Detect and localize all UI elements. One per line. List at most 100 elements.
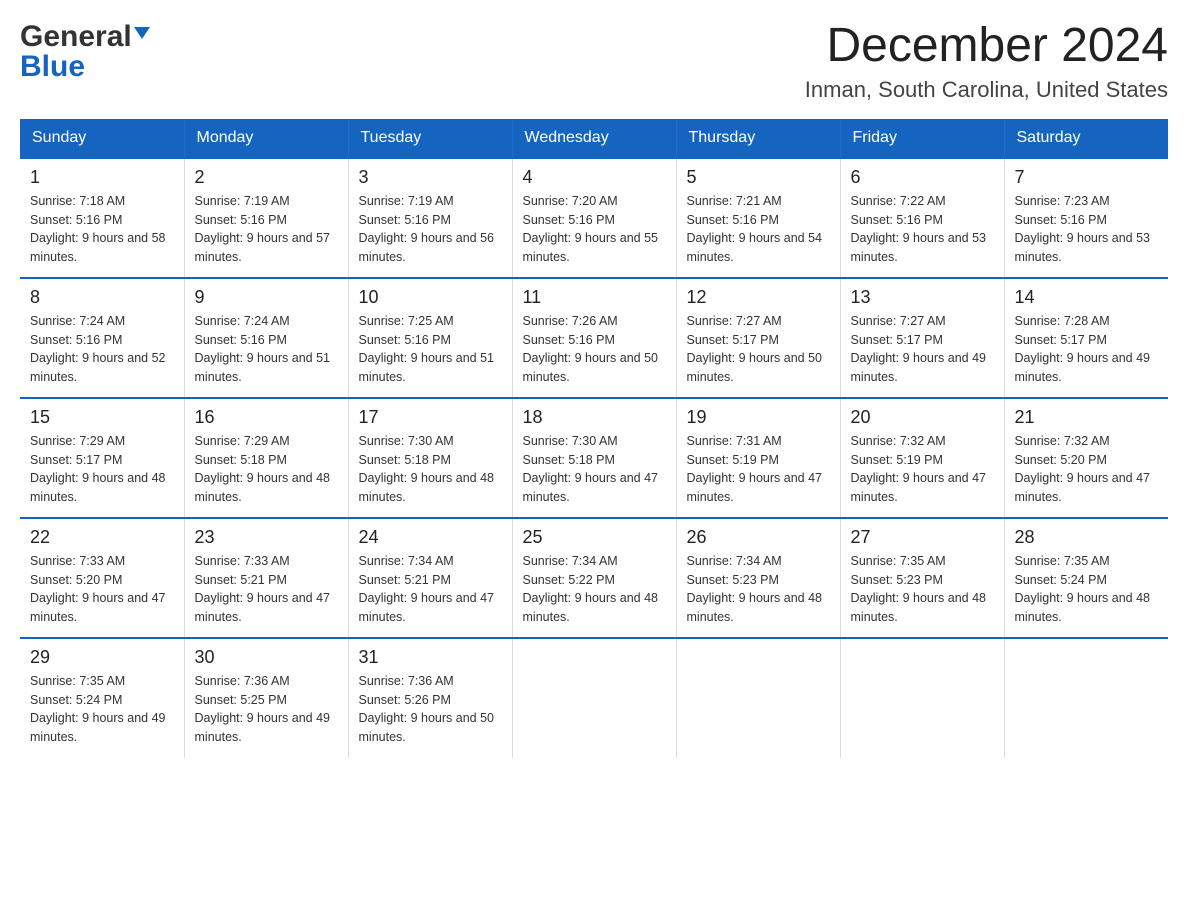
day-number: 15 — [30, 407, 174, 428]
day-number: 22 — [30, 527, 174, 548]
calendar-day-15: 15Sunrise: 7:29 AMSunset: 5:17 PMDayligh… — [20, 398, 184, 518]
day-info: Sunrise: 7:36 AMSunset: 5:26 PMDaylight:… — [359, 672, 502, 747]
calendar-day-24: 24 Sunrise: 7:34 AMSunset: 5:21 PMDayligh… — [348, 518, 512, 638]
day-number: 31 — [359, 647, 502, 668]
day-info: Sunrise: 7:20 AMSunset: 5:16 PMDaylight:… — [523, 192, 666, 267]
day-info: Sunrise: 7:33 AMSunset: 5:21 PMDaylight:… — [195, 552, 338, 627]
header-sunday: Sunday — [20, 119, 184, 158]
location-title: Inman, South Carolina, United States — [805, 77, 1168, 103]
calendar-day-11: 11 Sunrise: 7:26 AMSunset: 5:16 PMDayligh… — [512, 278, 676, 398]
day-info: Sunrise: 7:35 AMSunset: 5:24 PMDaylight:… — [1015, 552, 1159, 627]
calendar-day-22: 22 Sunrise: 7:33 AMSunset: 5:20 PMDayligh… — [20, 518, 184, 638]
day-info: Sunrise: 7:27 AMSunset: 5:17 PMDaylight:… — [687, 312, 830, 387]
month-title: December 2024 — [805, 20, 1168, 73]
day-info: Sunrise: 7:34 AMSunset: 5:22 PMDaylight:… — [523, 552, 666, 627]
calendar-week-1: 1 Sunrise: 7:18 AMSunset: 5:16 PMDaylight… — [20, 158, 1168, 278]
calendar-day-19: 19 Sunrise: 7:31 AMSunset: 5:19 PMDayligh… — [676, 398, 840, 518]
title-area: December 2024 Inman, South Carolina, Uni… — [805, 20, 1168, 103]
header-friday: Friday — [840, 119, 1004, 158]
day-info: Sunrise: 7:23 AMSunset: 5:16 PMDaylight:… — [1015, 192, 1159, 267]
day-info: Sunrise: 7:30 AMSunset: 5:18 PMDaylight:… — [359, 432, 502, 507]
calendar-day-4: 4 Sunrise: 7:20 AMSunset: 5:16 PMDaylight… — [512, 158, 676, 278]
day-number: 10 — [359, 287, 502, 308]
day-number: 28 — [1015, 527, 1159, 548]
day-info: Sunrise: 7:27 AMSunset: 5:17 PMDaylight:… — [851, 312, 994, 387]
calendar-day-30: 30Sunrise: 7:36 AMSunset: 5:25 PMDayligh… — [184, 638, 348, 758]
day-info: Sunrise: 7:32 AMSunset: 5:19 PMDaylight:… — [851, 432, 994, 507]
day-info: Sunrise: 7:18 AMSunset: 5:16 PMDaylight:… — [30, 192, 174, 267]
day-info: Sunrise: 7:30 AMSunset: 5:18 PMDaylight:… — [523, 432, 666, 507]
calendar-day-13: 13 Sunrise: 7:27 AMSunset: 5:17 PMDayligh… — [840, 278, 1004, 398]
day-info: Sunrise: 7:19 AMSunset: 5:16 PMDaylight:… — [195, 192, 338, 267]
calendar-day-12: 12 Sunrise: 7:27 AMSunset: 5:17 PMDayligh… — [676, 278, 840, 398]
calendar-day-28: 28 Sunrise: 7:35 AMSunset: 5:24 PMDayligh… — [1004, 518, 1168, 638]
header-saturday: Saturday — [1004, 119, 1168, 158]
header-wednesday: Wednesday — [512, 119, 676, 158]
calendar-day-31: 31 Sunrise: 7:36 AMSunset: 5:26 PMDayligh… — [348, 638, 512, 758]
header-monday: Monday — [184, 119, 348, 158]
day-number: 3 — [359, 167, 502, 188]
logo: General Blue — [20, 20, 150, 84]
day-number: 7 — [1015, 167, 1159, 188]
day-number: 6 — [851, 167, 994, 188]
day-info: Sunrise: 7:21 AMSunset: 5:16 PMDaylight:… — [687, 192, 830, 267]
calendar-day-14: 14Sunrise: 7:28 AMSunset: 5:17 PMDayligh… — [1004, 278, 1168, 398]
calendar-day-2: 2 Sunrise: 7:19 AMSunset: 5:16 PMDaylight… — [184, 158, 348, 278]
day-info: Sunrise: 7:28 AMSunset: 5:17 PMDaylight:… — [1015, 312, 1159, 387]
calendar-week-5: 29Sunrise: 7:35 AMSunset: 5:24 PMDayligh… — [20, 638, 1168, 758]
day-number: 4 — [523, 167, 666, 188]
calendar-day-9: 9Sunrise: 7:24 AMSunset: 5:16 PMDaylight… — [184, 278, 348, 398]
day-info: Sunrise: 7:19 AMSunset: 5:16 PMDaylight:… — [359, 192, 502, 267]
weekday-header-row: Sunday Monday Tuesday Wednesday Thursday… — [20, 119, 1168, 158]
day-info: Sunrise: 7:24 AMSunset: 5:16 PMDaylight:… — [30, 312, 174, 387]
calendar-day-25: 25 Sunrise: 7:34 AMSunset: 5:22 PMDayligh… — [512, 518, 676, 638]
day-info: Sunrise: 7:26 AMSunset: 5:16 PMDaylight:… — [523, 312, 666, 387]
calendar-empty-cell — [840, 638, 1004, 758]
day-number: 27 — [851, 527, 994, 548]
day-number: 18 — [523, 407, 666, 428]
calendar-day-10: 10 Sunrise: 7:25 AMSunset: 5:16 PMDayligh… — [348, 278, 512, 398]
day-info: Sunrise: 7:24 AMSunset: 5:16 PMDaylight:… — [195, 312, 338, 387]
day-number: 20 — [851, 407, 994, 428]
calendar-day-3: 3 Sunrise: 7:19 AMSunset: 5:16 PMDaylight… — [348, 158, 512, 278]
day-number: 2 — [195, 167, 338, 188]
calendar-week-4: 22 Sunrise: 7:33 AMSunset: 5:20 PMDayligh… — [20, 518, 1168, 638]
calendar-day-5: 5 Sunrise: 7:21 AMSunset: 5:16 PMDaylight… — [676, 158, 840, 278]
day-number: 25 — [523, 527, 666, 548]
day-number: 24 — [359, 527, 502, 548]
header-tuesday: Tuesday — [348, 119, 512, 158]
day-number: 19 — [687, 407, 830, 428]
calendar-empty-cell — [1004, 638, 1168, 758]
day-info: Sunrise: 7:34 AMSunset: 5:21 PMDaylight:… — [359, 552, 502, 627]
calendar-day-18: 18 Sunrise: 7:30 AMSunset: 5:18 PMDayligh… — [512, 398, 676, 518]
calendar-day-6: 6Sunrise: 7:22 AMSunset: 5:16 PMDaylight… — [840, 158, 1004, 278]
calendar-day-29: 29Sunrise: 7:35 AMSunset: 5:24 PMDayligh… — [20, 638, 184, 758]
calendar-table: Sunday Monday Tuesday Wednesday Thursday… — [20, 119, 1168, 758]
day-info: Sunrise: 7:35 AMSunset: 5:23 PMDaylight:… — [851, 552, 994, 627]
day-number: 12 — [687, 287, 830, 308]
calendar-empty-cell — [512, 638, 676, 758]
page-header: General Blue December 2024 Inman, South … — [20, 20, 1168, 103]
day-number: 1 — [30, 167, 174, 188]
calendar-day-17: 17 Sunrise: 7:30 AMSunset: 5:18 PMDayligh… — [348, 398, 512, 518]
logo-general-text: General — [20, 20, 132, 54]
day-number: 21 — [1015, 407, 1159, 428]
day-number: 11 — [523, 287, 666, 308]
day-info: Sunrise: 7:33 AMSunset: 5:20 PMDaylight:… — [30, 552, 174, 627]
day-info: Sunrise: 7:34 AMSunset: 5:23 PMDaylight:… — [687, 552, 830, 627]
day-number: 13 — [851, 287, 994, 308]
day-info: Sunrise: 7:36 AMSunset: 5:25 PMDaylight:… — [195, 672, 338, 747]
calendar-day-7: 7 Sunrise: 7:23 AMSunset: 5:16 PMDaylight… — [1004, 158, 1168, 278]
day-number: 17 — [359, 407, 502, 428]
calendar-week-2: 8Sunrise: 7:24 AMSunset: 5:16 PMDaylight… — [20, 278, 1168, 398]
calendar-day-23: 23Sunrise: 7:33 AMSunset: 5:21 PMDayligh… — [184, 518, 348, 638]
day-number: 26 — [687, 527, 830, 548]
day-info: Sunrise: 7:31 AMSunset: 5:19 PMDaylight:… — [687, 432, 830, 507]
calendar-day-16: 16Sunrise: 7:29 AMSunset: 5:18 PMDayligh… — [184, 398, 348, 518]
calendar-day-8: 8Sunrise: 7:24 AMSunset: 5:16 PMDaylight… — [20, 278, 184, 398]
day-number: 5 — [687, 167, 830, 188]
day-info: Sunrise: 7:25 AMSunset: 5:16 PMDaylight:… — [359, 312, 502, 387]
calendar-week-3: 15Sunrise: 7:29 AMSunset: 5:17 PMDayligh… — [20, 398, 1168, 518]
logo-triangle-icon — [134, 27, 150, 39]
day-info: Sunrise: 7:32 AMSunset: 5:20 PMDaylight:… — [1015, 432, 1159, 507]
